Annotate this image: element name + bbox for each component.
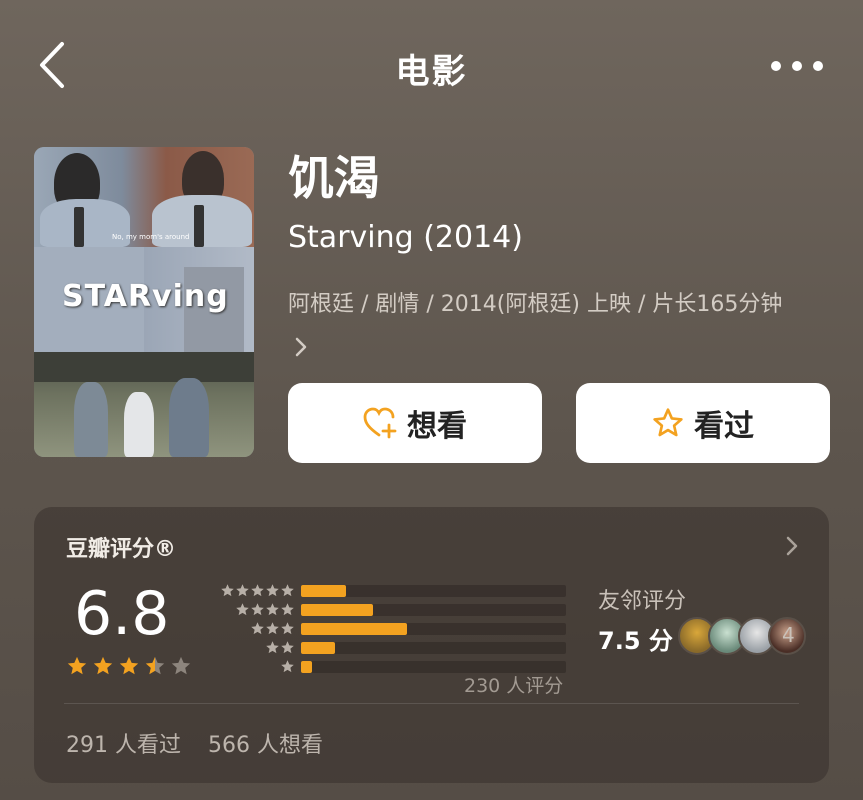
watched-button[interactable]: 看过 [576,383,830,463]
movie-info: 饥渴 Starving (2014) 阿根廷 / 剧情 / 2014(阿根廷) … [288,150,828,368]
rating-count: 230 人评分 [464,675,564,697]
small-star-icon [236,584,249,597]
want-count[interactable]: 566 人想看 [208,727,323,759]
rating-bar-fill [301,641,336,654]
movie-meta[interactable]: 阿根廷 / 剧情 / 2014(阿根廷) 上映 / 片长165分钟 [288,284,808,368]
poster-panel-bottom [34,352,254,457]
small-star-icon [281,584,294,597]
heart-plus-icon [363,407,397,439]
more-menu-button[interactable] [771,54,823,78]
small-star-icon [236,603,249,616]
rating-bar-fill [301,622,407,635]
dot-icon [813,61,823,71]
friends-rating-score: 7.5 分 [598,627,673,655]
poster-logo: STARving [62,279,229,314]
friends-count: 4 [782,623,795,647]
star-outline-icon [653,408,683,437]
watched-count[interactable]: 291 人看过 [66,727,181,759]
rating-bar-track [301,641,566,654]
small-star-icon [266,603,279,616]
rating-star-icon [67,656,87,675]
rating-bar-row [206,619,566,638]
bar-stars [206,583,295,598]
small-star-icon [281,622,294,635]
rating-star-icon [119,656,139,675]
rating-bar-row [206,581,566,600]
watched-label: 看过 [694,409,754,444]
rating-label: 豆瓣评分® [66,537,177,562]
small-star-icon [221,584,234,597]
want-to-watch-label: 想看 [407,409,467,444]
small-star-icon [251,622,264,635]
poster-caption: No, my mom's around [112,233,190,241]
small-star-icon [266,584,279,597]
movie-title-en: Starving (2014) [288,220,523,255]
small-star-icon [281,660,294,673]
rating-score: 6.8 [74,579,170,649]
rating-bar-fill [301,584,347,597]
rating-star-icon [145,656,165,675]
rating-card[interactable]: 豆瓣评分® 6.8 230 人评分 友邻评分 7.5 分 4 291 人看过 5… [34,507,829,783]
rating-bar-fill [301,603,373,616]
poster-panel-top [34,147,254,247]
small-star-icon [266,622,279,635]
small-star-icon [251,603,264,616]
rating-bar-track [301,603,566,616]
bar-stars [206,621,295,636]
page-title: 电影 [395,52,468,92]
movie-poster[interactable]: No, my mom's around STARving [34,147,254,457]
bar-stars [206,659,295,674]
small-star-icon [266,641,279,654]
friends-rating-label: 友邻评分 [598,589,687,614]
rating-distribution [206,581,566,676]
movie-title-zh: 饥渴 [288,151,380,205]
bar-stars [206,640,295,655]
want-to-watch-button[interactable]: 想看 [288,383,542,463]
chevron-right-icon [295,337,307,357]
small-star-icon [281,641,294,654]
rating-bar-row [206,600,566,619]
rating-bar-track [301,622,566,635]
chevron-right-icon[interactable] [785,535,799,557]
small-star-icon [251,584,264,597]
rating-star-icon [93,656,113,675]
dot-icon [792,61,802,71]
rating-bar-fill [301,660,312,673]
small-star-icon [281,603,294,616]
bar-stars [206,602,295,617]
divider [64,703,799,704]
dot-icon [771,61,781,71]
rating-stars [66,655,192,677]
rating-bar-track [301,584,566,597]
rating-bar-row [206,638,566,657]
movie-meta-text: 阿根廷 / 剧情 / 2014(阿根廷) 上映 / 片长165分钟 [288,292,783,317]
top-bar: 电影 [0,0,863,130]
rating-star-icon [171,656,191,675]
